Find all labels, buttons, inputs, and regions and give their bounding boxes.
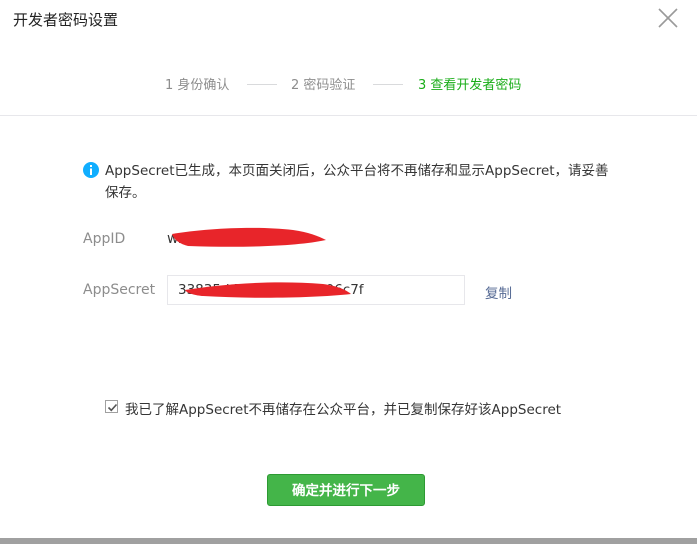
- confirm-checkbox[interactable]: [105, 400, 118, 413]
- step-divider: [247, 84, 277, 85]
- step-indicator: 1 身份确认 2 密码验证 3 查看开发者密码: [0, 74, 697, 94]
- step-divider: [373, 84, 403, 85]
- developer-password-dialog: 开发者密码设置 1 身份确认 2 密码验证 3 查看开发者密码 AppSecre…: [0, 0, 697, 544]
- notice-text: AppSecret已生成，本页面关闭后，公众平台将不再储存和显示AppSecre…: [105, 163, 609, 201]
- info-icon: [83, 162, 99, 178]
- close-icon[interactable]: [656, 6, 680, 30]
- appid-label: AppID: [83, 231, 126, 247]
- confirm-next-button[interactable]: 确定并进行下一步: [267, 474, 425, 506]
- confirm-text: 我已了解AppSecret不再储存在公众平台，并已复制保存好该AppSecret: [125, 402, 562, 418]
- copy-link[interactable]: 复制: [485, 282, 512, 302]
- appsecret-label: AppSecret: [83, 282, 156, 298]
- step-password-verify: 2 密码验证: [291, 78, 356, 93]
- appid-value: wxb: [167, 231, 196, 247]
- bottom-edge: [0, 538, 697, 544]
- step-identity: 1 身份确认: [165, 78, 230, 93]
- header-divider: [0, 115, 697, 116]
- step-view-password: 3 查看开发者密码: [418, 78, 522, 93]
- dialog-title: 开发者密码设置: [13, 11, 119, 29]
- appsecret-field[interactable]: 33835d 703766cab1c06c7f: [167, 275, 465, 305]
